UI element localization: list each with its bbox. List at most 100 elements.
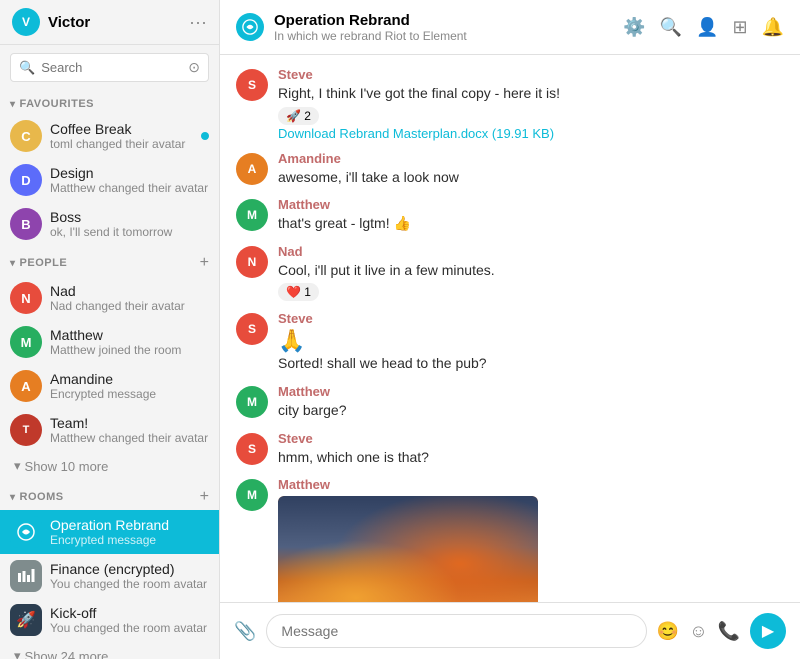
people-title[interactable]: ▾ PEOPLE	[10, 257, 67, 269]
room-avatar: 🚀	[10, 604, 42, 636]
chat-area: Operation Rebrand In which we rebrand Ri…	[220, 0, 800, 659]
avatar: S	[236, 433, 268, 465]
chat-messages: S Steve Right, I think I've got the fina…	[220, 55, 800, 602]
search-filter-icon[interactable]: ⊙	[188, 59, 200, 76]
message-sender: Amandine	[278, 151, 784, 166]
image-preview[interactable]	[278, 496, 538, 602]
chat-room-avatar	[236, 13, 264, 41]
message-group: S Steve Right, I think I've got the fina…	[236, 67, 784, 141]
avatar: M	[236, 479, 268, 511]
rooms-chevron-down-icon: ▾	[14, 648, 21, 659]
favourites-section-header: ▾ FAVOURITES	[0, 90, 219, 114]
favourites-chevron-icon: ▾	[10, 99, 16, 110]
avatar: A	[236, 153, 268, 185]
message-emoji: 🙏	[278, 328, 784, 354]
message-group: M Matthew	[236, 477, 784, 602]
people-add-icon[interactable]: +	[200, 254, 209, 272]
message-text: Right, I think I've got the final copy -…	[278, 84, 784, 104]
sidebar-item-operation-rebrand[interactable]: Operation Rebrand Encrypted message	[0, 510, 219, 554]
rooms-add-icon[interactable]: +	[200, 488, 209, 506]
message-text: city barge?	[278, 401, 784, 421]
search-input[interactable]	[41, 60, 182, 75]
send-icon: ▶	[762, 621, 774, 641]
message-sender: Steve	[278, 431, 784, 446]
sidebar-header: V Victor ···	[0, 0, 219, 45]
people-chevron-down-icon: ▾	[14, 458, 21, 474]
more-options-icon[interactable]: ···	[189, 12, 207, 33]
avatar: N	[236, 246, 268, 278]
room-avatar: M	[10, 326, 42, 358]
message-sender: Matthew	[278, 384, 784, 399]
message-group: M Matthew city barge?	[236, 384, 784, 421]
search-box: 🔍 ⊙	[10, 53, 209, 82]
sidebar-search-area: 🔍 ⊙	[0, 45, 219, 90]
room-avatar	[10, 560, 42, 592]
send-button[interactable]: ▶	[750, 613, 786, 649]
message-text: hmm, which one is that?	[278, 448, 784, 468]
room-avatar: A	[10, 370, 42, 402]
emoji-icon[interactable]: 😊	[657, 621, 679, 642]
message-sender: Matthew	[278, 477, 784, 492]
sidebar-item-finance[interactable]: Finance (encrypted) You changed the room…	[0, 554, 219, 598]
apps-icon[interactable]: ⊞	[732, 17, 747, 38]
message-input[interactable]	[266, 614, 646, 648]
chat-header: Operation Rebrand In which we rebrand Ri…	[220, 0, 800, 55]
message-group: S Steve 🙏 Sorted! shall we head to the p…	[236, 311, 784, 374]
rooms-show-more[interactable]: ▾ Show 24 more	[0, 642, 219, 659]
message-group: M Matthew that's great - lgtm! 👍	[236, 197, 784, 234]
avatar: S	[236, 69, 268, 101]
sidebar-item-amandine[interactable]: A Amandine Encrypted message	[0, 364, 219, 408]
chat-header-icons: ⚙️ 🔍 👤 ⊞ 🔔	[623, 17, 784, 38]
search-chat-icon[interactable]: 🔍	[660, 17, 682, 38]
file-link[interactable]: Download Rebrand Masterplan.docx (19.91 …	[278, 126, 554, 141]
message-sender: Steve	[278, 311, 784, 326]
notifications-icon[interactable]: 🔔	[762, 17, 784, 38]
sidebar-content: ▾ FAVOURITES C Coffee Break toml changed…	[0, 90, 219, 659]
sidebar-item-nad[interactable]: N Nad Nad changed their avatar	[0, 276, 219, 320]
sidebar-item-team[interactable]: T Team! Matthew changed their avatar	[0, 408, 219, 452]
chat-room-description: In which we rebrand Riot to Element	[274, 29, 467, 43]
message-group: N Nad Cool, i'll put it live in a few mi…	[236, 244, 784, 302]
phone-icon[interactable]: 📞	[718, 621, 740, 642]
rooms-chevron-icon: ▾	[10, 492, 16, 503]
reaction-icon[interactable]: ☺	[689, 621, 707, 642]
message-text: that's great - lgtm! 👍	[278, 214, 784, 234]
message-text: Cool, i'll put it live in a few minutes.	[278, 261, 784, 281]
sidebar-item-design[interactable]: D Design Matthew changed their avatar	[0, 158, 219, 202]
room-avatar: N	[10, 282, 42, 314]
room-avatar: C	[10, 120, 42, 152]
message-group: S Steve hmm, which one is that?	[236, 431, 784, 468]
search-icon: 🔍	[19, 60, 35, 76]
chat-room-name: Operation Rebrand	[274, 12, 467, 29]
avatar: M	[236, 386, 268, 418]
avatar: M	[236, 199, 268, 231]
settings-icon[interactable]: ⚙️	[623, 17, 645, 38]
sidebar-user[interactable]: V Victor	[12, 8, 90, 36]
room-avatar: B	[10, 208, 42, 240]
message-reaction: 🚀 2	[278, 104, 784, 125]
sidebar-item-coffee-break[interactable]: C Coffee Break toml changed their avatar	[0, 114, 219, 158]
chat-header-room: Operation Rebrand In which we rebrand Ri…	[236, 12, 623, 43]
attachment-icon[interactable]: 📎	[234, 621, 256, 642]
avatar: S	[236, 313, 268, 345]
rooms-section-header: ▾ ROOMS +	[0, 480, 219, 510]
people-show-more[interactable]: ▾ Show 10 more	[0, 452, 219, 480]
message-group: A Amandine awesome, i'll take a look now	[236, 151, 784, 188]
message-reaction: ❤️ 1	[278, 280, 784, 301]
message-sender: Steve	[278, 67, 784, 82]
favourites-title[interactable]: ▾ FAVOURITES	[10, 98, 94, 110]
chat-input-area: 📎 😊 ☺ 📞 ▶	[220, 602, 800, 659]
rooms-title[interactable]: ▾ ROOMS	[10, 491, 64, 503]
room-avatar: T	[10, 414, 42, 446]
room-avatar	[10, 516, 42, 548]
sidebar-item-matthew[interactable]: M Matthew Matthew joined the room	[0, 320, 219, 364]
message-text: awesome, i'll take a look now	[278, 168, 784, 188]
sidebar-item-kickoff[interactable]: 🚀 Kick-off You changed the room avatar	[0, 598, 219, 642]
user-avatar: V	[12, 8, 40, 36]
unread-badge	[201, 132, 209, 140]
people-chevron-icon: ▾	[10, 258, 16, 269]
room-avatar: D	[10, 164, 42, 196]
message-sender: Nad	[278, 244, 784, 259]
sidebar-item-boss[interactable]: B Boss ok, I'll send it tomorrow	[0, 202, 219, 246]
member-icon[interactable]: 👤	[696, 17, 718, 38]
